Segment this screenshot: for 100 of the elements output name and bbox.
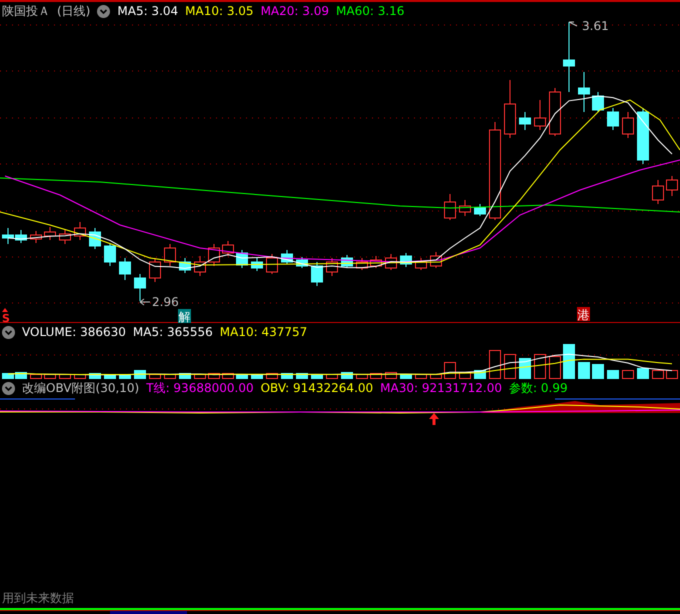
- candlestick: [266, 254, 278, 274]
- candlestick: [549, 88, 561, 136]
- candlestick: [59, 230, 71, 244]
- candlestick: [504, 80, 516, 138]
- candlestick: [356, 258, 368, 270]
- candlestick: [251, 258, 263, 272]
- volume-bar: [415, 374, 427, 379]
- volume-bar: [251, 374, 263, 379]
- indicator-value: 参数: 0.99: [509, 380, 568, 396]
- volume-bar: [592, 364, 604, 379]
- candlestick: [430, 252, 442, 268]
- candlestick: [652, 180, 664, 204]
- indicator-value: MA10: 3.05: [185, 4, 254, 18]
- arrow-up-icon: [429, 413, 439, 425]
- volume-bar: [356, 374, 368, 379]
- event-badge: 解: [178, 309, 191, 323]
- candlestick: [534, 100, 546, 130]
- candlestick: [519, 112, 531, 130]
- dropdown-icon[interactable]: [2, 326, 15, 338]
- volume-bar: [370, 373, 382, 379]
- candlestick: [104, 244, 116, 266]
- volume-bar: [326, 374, 338, 379]
- volume-bar: [194, 374, 206, 379]
- low-price-label: 2.96: [140, 295, 179, 309]
- candlestick: [119, 258, 131, 280]
- candlestick: [179, 258, 191, 274]
- candlestick: [208, 244, 220, 266]
- volume-bar: [534, 354, 546, 379]
- volume-bar: [400, 374, 412, 379]
- volume-bar: [44, 374, 56, 379]
- candlestick: [400, 252, 412, 268]
- volume-bar: [74, 374, 86, 379]
- candlestick: [222, 240, 234, 256]
- volume-bar: [311, 374, 323, 379]
- candlestick: [134, 274, 146, 302]
- candlestick: [622, 112, 634, 138]
- candlestick: [385, 254, 397, 270]
- candlestick: [637, 108, 649, 164]
- volume-bar: [236, 374, 248, 379]
- period-label: (日线): [57, 2, 90, 20]
- candlestick: [563, 22, 575, 92]
- candlestick: [415, 258, 427, 270]
- volume-bar: [179, 373, 191, 379]
- volume-bar: [549, 356, 561, 379]
- volume-bar: [164, 374, 176, 379]
- volume-bar: [578, 362, 590, 379]
- footer-note: 用到未来数据: [1, 590, 74, 607]
- volume-bar: [637, 368, 649, 379]
- volume-bar: [504, 354, 516, 379]
- candlestick: [459, 200, 471, 216]
- candlestick: [341, 254, 353, 268]
- candlestick: [326, 258, 338, 276]
- indicator-value: MA60: 3.16: [336, 4, 404, 18]
- event-badge: 港: [577, 307, 590, 322]
- indicator-value: T线: 93688000.00: [146, 380, 254, 396]
- candlestick: [2, 228, 14, 244]
- stock-title: 陕国投Ａ: [2, 2, 50, 20]
- candlestick: [44, 226, 56, 240]
- candlestick: [370, 256, 382, 268]
- candlestick: [311, 262, 323, 286]
- indicator-value: MA5: 3.04: [117, 4, 178, 18]
- candlestick: [30, 230, 42, 244]
- volume-bar: [652, 370, 664, 379]
- candlestick: [474, 204, 486, 216]
- candlestick: [74, 222, 86, 240]
- high-price-label: 3.61: [568, 20, 609, 33]
- candlestick: [194, 256, 206, 276]
- candlestick: [149, 258, 161, 282]
- candlestick: [592, 92, 604, 112]
- volume-bar: [149, 374, 161, 379]
- volume-bar: [296, 373, 308, 379]
- volume-bar: [430, 374, 442, 379]
- candlestick: [444, 194, 456, 220]
- volume-bar: [222, 373, 234, 379]
- indicator-value: MA30: 92131712.00: [380, 381, 502, 395]
- volume-bar: [30, 374, 42, 379]
- candlestick: [15, 230, 27, 244]
- candlestick: [296, 256, 308, 268]
- candlestick: [281, 250, 293, 264]
- volume-bar: [519, 358, 531, 379]
- indicator-value: OBV: 91432264.00: [260, 381, 374, 395]
- dropdown-icon[interactable]: [97, 4, 110, 18]
- volume-bar: [266, 373, 278, 379]
- candlestick: [236, 250, 248, 268]
- indicator-value: VOLUME: 386630: [22, 325, 126, 339]
- volume-bar: [622, 370, 634, 379]
- candlestick: [164, 244, 176, 266]
- volume-bar: [104, 374, 116, 379]
- volume-bar: [208, 373, 220, 379]
- volume-bar: [281, 373, 293, 379]
- volume-bar: [489, 350, 501, 379]
- indicator-value: MA5: 365556: [132, 325, 213, 339]
- volume-bar: [563, 344, 575, 379]
- indicator-value: MA20: 3.09: [260, 4, 329, 18]
- dropdown-icon[interactable]: [2, 382, 15, 394]
- volume-bar: [59, 374, 71, 379]
- candlestick: [607, 108, 619, 130]
- candlestick: [89, 228, 101, 250]
- candlestick: [578, 72, 590, 112]
- volume-bar: [119, 374, 131, 379]
